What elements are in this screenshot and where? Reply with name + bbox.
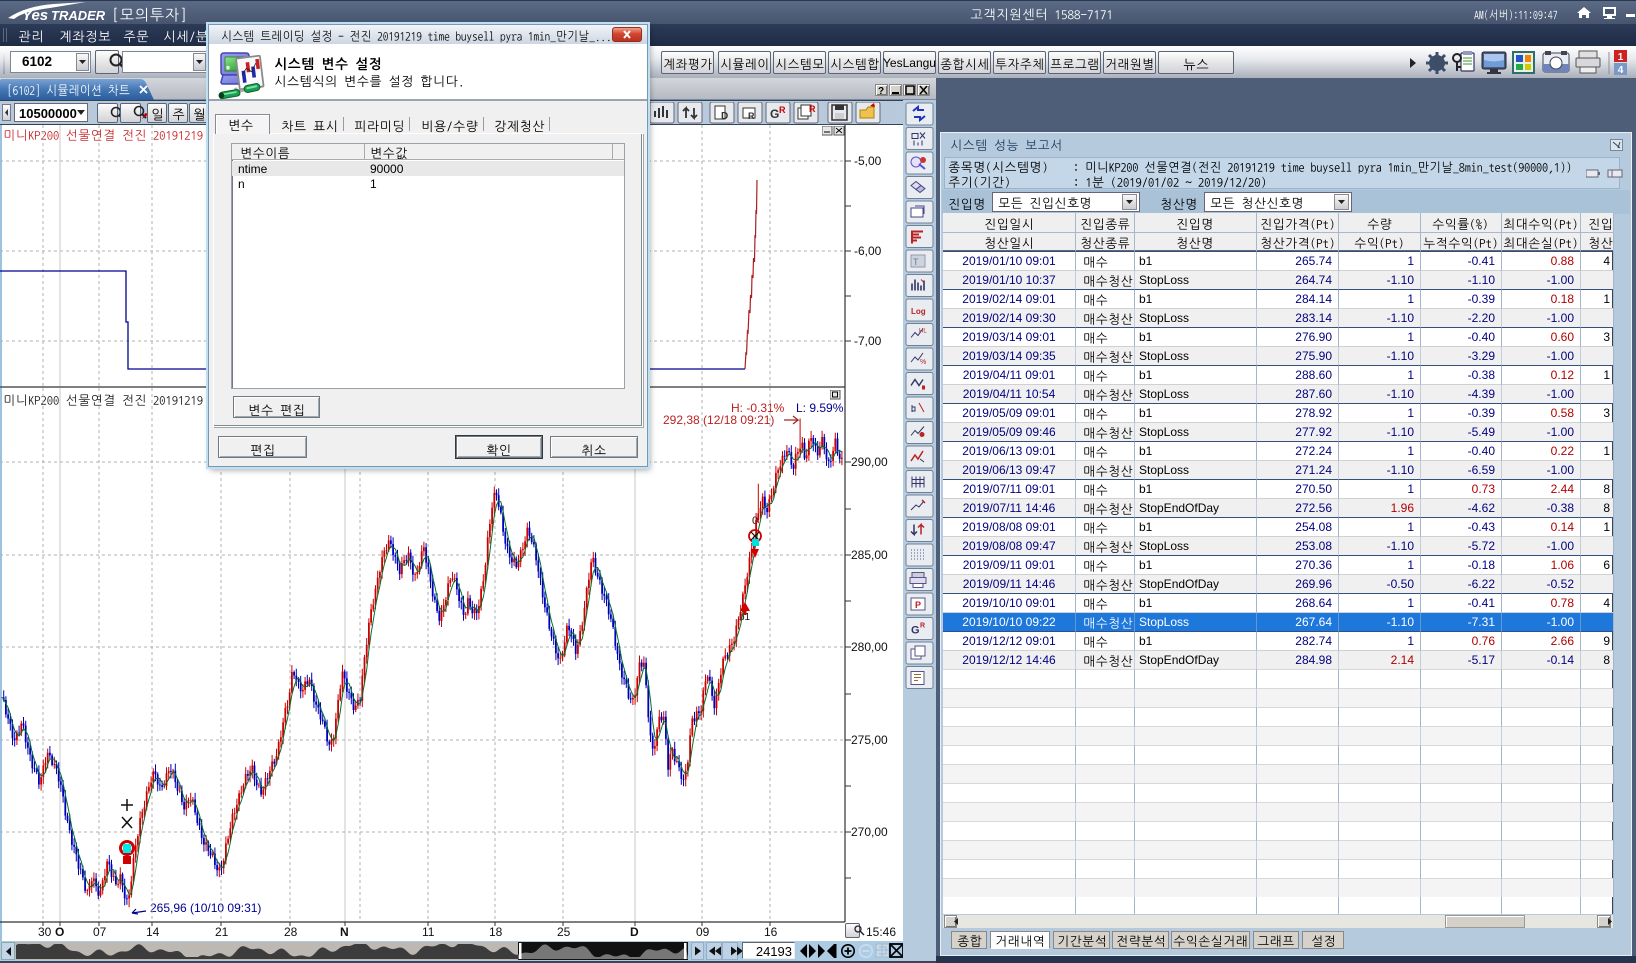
svg-text:P: P bbox=[915, 600, 921, 610]
svg-text:Log: Log bbox=[911, 307, 926, 316]
svg-text:R: R bbox=[920, 623, 925, 630]
svg-text:HL: HL bbox=[919, 329, 927, 335]
svg-text:G: G bbox=[911, 625, 920, 637]
svg-text:T: T bbox=[913, 257, 919, 267]
svg-text:4: 4 bbox=[1618, 65, 1624, 76]
svg-text:1: 1 bbox=[1618, 52, 1624, 63]
svg-text:%: % bbox=[920, 359, 926, 366]
